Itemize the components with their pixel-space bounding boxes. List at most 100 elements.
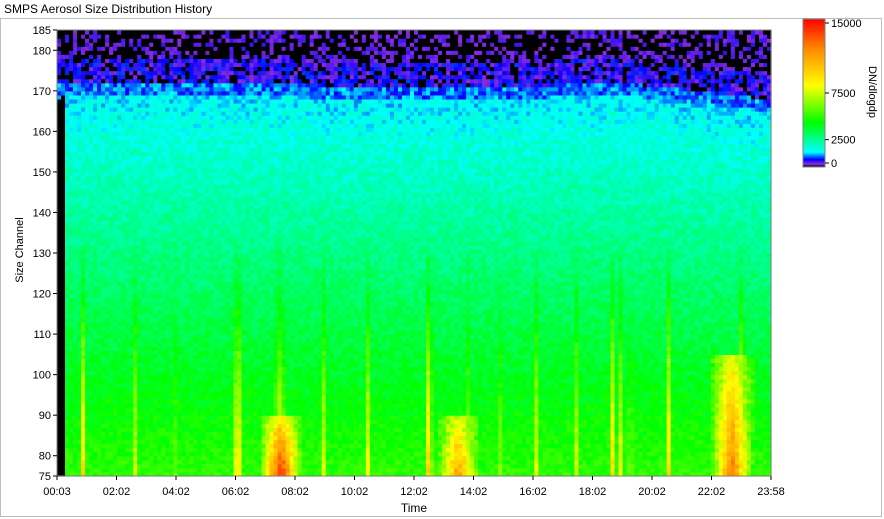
heatmap-cell [157,403,162,408]
heatmap-cell [189,196,194,201]
heatmap-cell [233,66,239,72]
heatmap-cell [169,232,174,238]
heatmap-cell [149,34,154,39]
heatmap-cell [201,216,207,222]
heatmap-cell [141,330,146,335]
heatmap-cell [129,135,134,141]
heatmap-cell [77,301,82,307]
heatmap-cell [61,200,66,205]
heatmap-cell [189,98,194,104]
heatmap-cell [109,309,114,315]
heatmap-cell [117,167,122,173]
heatmap-cell [125,58,130,64]
heatmap-cell [209,38,215,43]
heatmap-cell [145,204,150,209]
heatmap-cell [217,447,223,453]
heatmap-cell [137,309,142,315]
heatmap-cell [97,427,102,432]
heatmap-cell [225,111,231,116]
heatmap-cell [213,378,219,384]
heatmap-cell [129,411,134,416]
heatmap-cell [213,407,219,412]
heatmap-cell [209,374,215,380]
heatmap-cell [113,236,118,242]
heatmap-cell [177,127,182,132]
heatmap-cell [145,342,150,347]
heatmap-cell [97,147,102,153]
heatmap-cell [73,66,78,72]
heatmap-cell [229,115,235,120]
heatmap-cell [229,34,235,39]
heatmap-cell [169,212,174,218]
heatmap-cell [209,119,215,124]
heatmap-cell [109,115,114,120]
heatmap-cell [217,90,223,96]
heatmap-cell [209,398,215,404]
heatmap-cell [165,143,170,149]
heatmap-cell [145,431,150,437]
heatmap-cell [157,305,162,311]
heatmap-cell [161,74,166,80]
heatmap-cell [149,30,154,35]
heatmap-cell [221,38,227,43]
heatmap-cell [93,459,98,465]
heatmap-cell [213,220,219,226]
heatmap-cell [89,50,94,55]
heatmap-cell [97,131,102,137]
heatmap-cell [97,423,102,428]
heatmap-cell [177,200,182,205]
heatmap-cell [117,58,122,64]
heatmap-cell [141,423,146,428]
heatmap-cell [141,115,146,120]
heatmap-cell [133,439,138,445]
heatmap-cell [65,407,70,412]
heatmap-cell [233,423,239,428]
heatmap-cell [197,285,202,291]
heatmap-cell [229,467,235,473]
heatmap-cell [205,167,211,173]
heatmap-cell [233,54,239,59]
heatmap-cell [221,313,227,319]
heatmap-cell [177,107,182,112]
heatmap-cell [217,309,223,315]
heatmap-cell [141,455,146,461]
heatmap-cell [229,330,235,335]
heatmap-cell [217,139,223,145]
heatmap-cell [149,346,154,351]
heatmap-cell [205,459,211,465]
heatmap-cell [109,407,114,412]
heatmap-cell [201,248,207,254]
heatmap-cell [125,70,130,76]
heatmap-cell [85,346,90,351]
heatmap-cell [233,216,239,222]
heatmap-cell [185,455,190,461]
heatmap-cell [97,407,102,412]
heatmap-cell [209,362,215,368]
heatmap-cell [233,184,239,189]
heatmap-cell [209,34,215,39]
heatmap-cell [85,216,90,222]
heatmap-cell [221,439,227,445]
heatmap-cell [73,269,78,274]
heatmap-cell [149,411,154,416]
heatmap-cell [185,240,190,246]
heatmap-cell [73,289,78,295]
heatmap-cell [81,155,86,161]
heatmap-cell [57,382,62,388]
heatmap-cell [157,301,162,307]
heatmap-cell [181,98,186,104]
heatmap-cell [189,30,194,35]
heatmap-cell [185,66,190,72]
heatmap-cell [133,459,138,465]
heatmap-cell [137,439,142,445]
heatmap-cell [201,390,207,396]
heatmap-cell [129,293,134,299]
heatmap-cell [213,350,219,355]
heatmap-cell [157,224,162,230]
heatmap-cell [197,240,202,246]
heatmap-cell [81,366,86,372]
heatmap-cell [113,135,118,141]
heatmap-cell [225,102,231,108]
heatmap-cell [81,107,86,112]
heatmap-cell [145,228,150,234]
